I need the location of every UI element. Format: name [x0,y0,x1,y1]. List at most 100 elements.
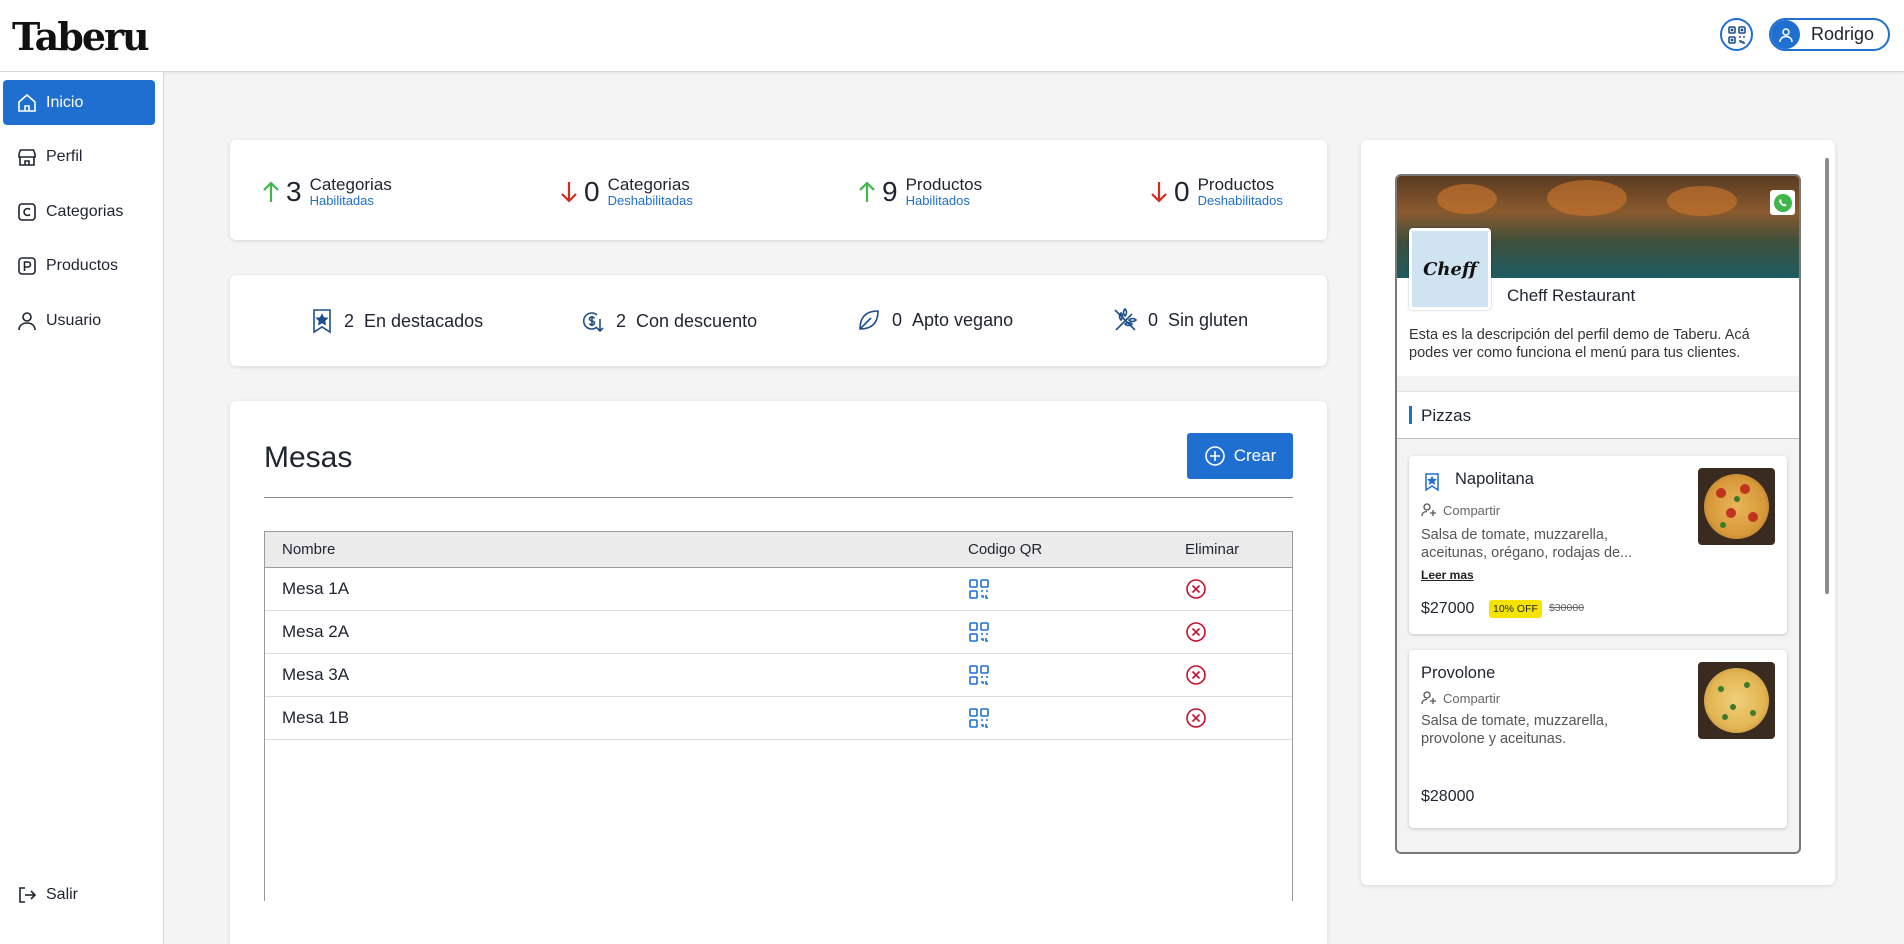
mesa-name: Mesa 1A [282,579,350,598]
old-price: $30000 [1549,602,1585,614]
product-image [1698,468,1775,545]
qr-code-icon [1727,25,1746,44]
leaf-icon [859,310,879,330]
qr-code-icon[interactable] [968,664,990,686]
restaurant-logo: Cheff [1409,228,1491,310]
arrow-down-icon [1151,182,1167,203]
features-card: 2 En destacados 2 Con descuento 0 Apto v… [230,275,1327,366]
sidebar-item-inicio[interactable]: Inicio [3,80,155,125]
bookmark-star-icon [313,309,331,334]
p-square-icon [18,256,36,275]
qr-code-icon[interactable] [968,621,990,643]
user-plus-icon [1421,691,1436,705]
user-icon [18,311,36,330]
stats-card: 3 Categorias Habilitadas 0 Categorias Desh… [230,140,1327,240]
c-square-icon [18,202,36,221]
product-price: $27000 [1421,600,1475,617]
home-icon [18,93,36,112]
arrow-up-icon [263,181,279,202]
share-button[interactable]: Compartir [1421,690,1500,706]
wheat-icon [1114,307,1138,331]
table-header: Nombre Codigo QR Eliminar [265,532,1292,568]
sidebar-item-label: Inicio [46,93,84,111]
product-image [1698,662,1775,739]
qr-code-button[interactable] [1720,18,1753,51]
table-row: Mesa 1A [265,568,1292,611]
product-price: $28000 [1421,788,1475,805]
mesa-name: Mesa 3A [282,665,350,684]
logout-button[interactable]: Salir [3,872,155,917]
crear-button[interactable]: Crear [1187,433,1293,479]
table-row: Mesa 1B [265,697,1292,740]
column-header-eliminar: Eliminar [1185,541,1240,558]
top-header: Taberu Rodrigo [0,0,1904,72]
product-card-napolitana[interactable]: Napolitana Compartir Salsa de tomate, mu… [1409,456,1787,634]
arrow-up-icon [859,181,875,202]
product-description: Salsa de tomate, muzzarella, aceitunas, … [1421,527,1633,561]
logout-icon [19,886,37,903]
user-menu-button[interactable]: Rodrigo [1769,18,1890,51]
share-button[interactable]: Compartir [1421,502,1500,518]
delete-icon[interactable] [1185,578,1207,600]
product-description: Salsa de tomate, muzzarella, provolone y… [1421,713,1608,747]
feature-descuento: 2 Con descuento [580,307,757,335]
sidebar-item-productos[interactable]: Productos [3,243,155,288]
restaurant-name: Cheff Restaurant [1507,286,1636,305]
read-more-link[interactable]: Leer mas [1421,568,1474,582]
column-header-codigo-qr: Codigo QR [968,541,1043,558]
sidebar-item-usuario[interactable]: Usuario [3,298,155,343]
mesa-name: Mesa 2A [282,622,350,641]
divider [264,497,1293,498]
logout-label: Salir [46,885,79,903]
sidebar: Inicio Perfil Categorias Productos Usuar… [0,72,164,944]
qr-code-icon[interactable] [968,578,990,600]
sidebar-item-perfil[interactable]: Perfil [3,134,155,179]
discount-badge: 10% OFF [1489,600,1542,618]
product-card-provolone[interactable]: Provolone Compartir Salsa de tomate, muz… [1409,650,1787,828]
sidebar-item-label: Usuario [46,311,102,329]
mesa-name: Mesa 1B [282,708,350,727]
delete-icon[interactable] [1185,621,1207,643]
arrow-down-icon [561,182,577,203]
whatsapp-button[interactable] [1770,190,1795,215]
user-icon [1778,27,1793,42]
table-row: Mesa 2A [265,611,1292,654]
menu-preview-frame: Cheff Cheff Restaurant Esta es la descri… [1395,174,1801,854]
stat-categorias-habilitadas: 3 Categorias Habilitadas [262,176,392,208]
bookmark-star-icon [1425,473,1439,492]
stat-productos-habilitados: 9 Productos Habilitados [858,176,982,208]
product-name: Provolone [1421,664,1496,682]
feature-destacados: 2 En destacados [310,307,483,335]
sidebar-item-label: Perfil [46,147,83,165]
mesas-table: Nombre Codigo QR Eliminar Mesa 1A Mesa 2… [264,531,1293,901]
preview-scrollbar[interactable] [1825,158,1829,594]
feature-sin-gluten: 0 Sin gluten [1112,307,1248,333]
avatar [1771,20,1800,49]
mesas-card: Mesas Crear Nombre Codigo QR Eliminar Me… [230,401,1327,944]
category-header[interactable]: Pizzas [1397,391,1799,439]
feature-vegano: 0 Apto vegano [856,307,1013,333]
sidebar-item-label: Productos [46,256,119,274]
user-name: Rodrigo [1811,24,1875,44]
qr-code-icon[interactable] [968,707,990,729]
stat-productos-deshabilitados: 0 Productos Deshabilitados [1150,176,1283,208]
stat-categorias-deshabilitadas: 0 Categorias Deshabilitadas [560,176,693,208]
whatsapp-icon [1773,193,1792,212]
discount-icon [582,312,604,333]
sidebar-item-categorias[interactable]: Categorias [3,189,155,234]
store-icon [18,148,36,166]
delete-icon[interactable] [1185,707,1207,729]
category-title: Pizzas [1421,406,1472,425]
user-plus-icon [1421,503,1436,517]
menu-preview-card: Cheff Cheff Restaurant Esta es la descri… [1361,140,1835,885]
delete-icon[interactable] [1185,664,1207,686]
restaurant-description: Esta es la descripción del perfil demo d… [1409,327,1750,361]
category-marker [1409,406,1412,424]
mesas-title: Mesas [264,441,353,474]
plus-circle-icon [1204,446,1225,466]
column-header-nombre: Nombre [282,541,336,558]
app-logo[interactable]: Taberu [12,14,150,59]
sidebar-item-label: Categorias [46,202,124,220]
table-row: Mesa 3A [265,654,1292,697]
product-name: Napolitana [1455,470,1534,488]
